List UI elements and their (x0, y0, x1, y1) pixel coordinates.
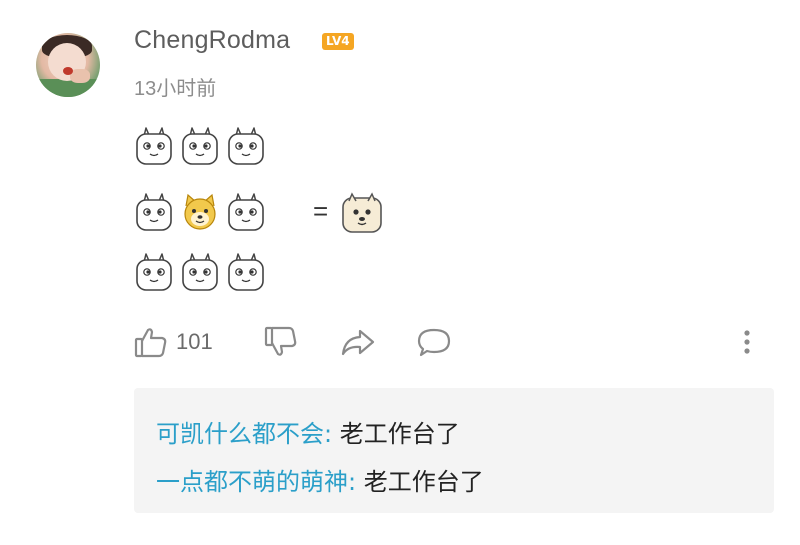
more-vertical-icon (740, 325, 754, 359)
avatar-mouth (63, 67, 73, 75)
white-bunny-emoji (134, 192, 174, 232)
reply-preview-box[interactable]: 可凯什么都不会: 老工作台了 一点都不萌的萌神: 老工作台了 (134, 388, 774, 513)
reply-separator: : (324, 420, 333, 448)
reply-button[interactable] (416, 320, 452, 364)
reply-text: 老工作台了 (332, 420, 460, 448)
emoji-row-2 (134, 192, 272, 240)
comment-bubble-icon (416, 325, 452, 359)
avatar-hand (70, 69, 90, 83)
white-bunny-emoji (134, 126, 174, 166)
white-bunny-emoji (134, 252, 174, 292)
white-bunny-emoji (226, 192, 266, 232)
reply-text: 老工作台了 (356, 468, 484, 496)
emoji-row-3 (134, 252, 272, 300)
white-bunny-emoji (180, 126, 220, 166)
like-button[interactable]: 101 (134, 320, 213, 364)
emoji-row-1 (134, 126, 272, 174)
like-count: 101 (176, 329, 213, 354)
timestamp: 13小时前 (134, 78, 217, 100)
comment-actions: 101 (134, 320, 774, 364)
white-bunny-emoji (226, 252, 266, 292)
reply-author[interactable]: 一点都不萌的萌神 (156, 468, 348, 496)
yellow-doge-emoji (180, 192, 220, 232)
reply-item[interactable]: 一点都不萌的萌神: 老工作台了 (156, 462, 484, 497)
more-options-button[interactable] (740, 320, 754, 364)
cream-doge-emoji (340, 192, 384, 236)
white-bunny-emoji (180, 252, 220, 292)
thumbs-up-icon (134, 325, 168, 359)
thumbs-down-icon (264, 325, 298, 359)
share-button[interactable] (340, 320, 376, 364)
reply-item[interactable]: 可凯什么都不会: 老工作台了 (156, 414, 460, 449)
reply-author[interactable]: 可凯什么都不会 (156, 420, 324, 448)
reply-separator: : (348, 468, 357, 496)
equals-sign: = (313, 196, 329, 226)
dislike-button[interactable] (264, 320, 298, 364)
white-bunny-emoji (226, 126, 266, 166)
level-badge: LV4 (322, 33, 354, 50)
user-avatar[interactable] (36, 33, 100, 97)
avatar-shirt (36, 79, 100, 97)
username[interactable]: ChengRodma (134, 26, 290, 55)
share-icon (340, 325, 376, 359)
